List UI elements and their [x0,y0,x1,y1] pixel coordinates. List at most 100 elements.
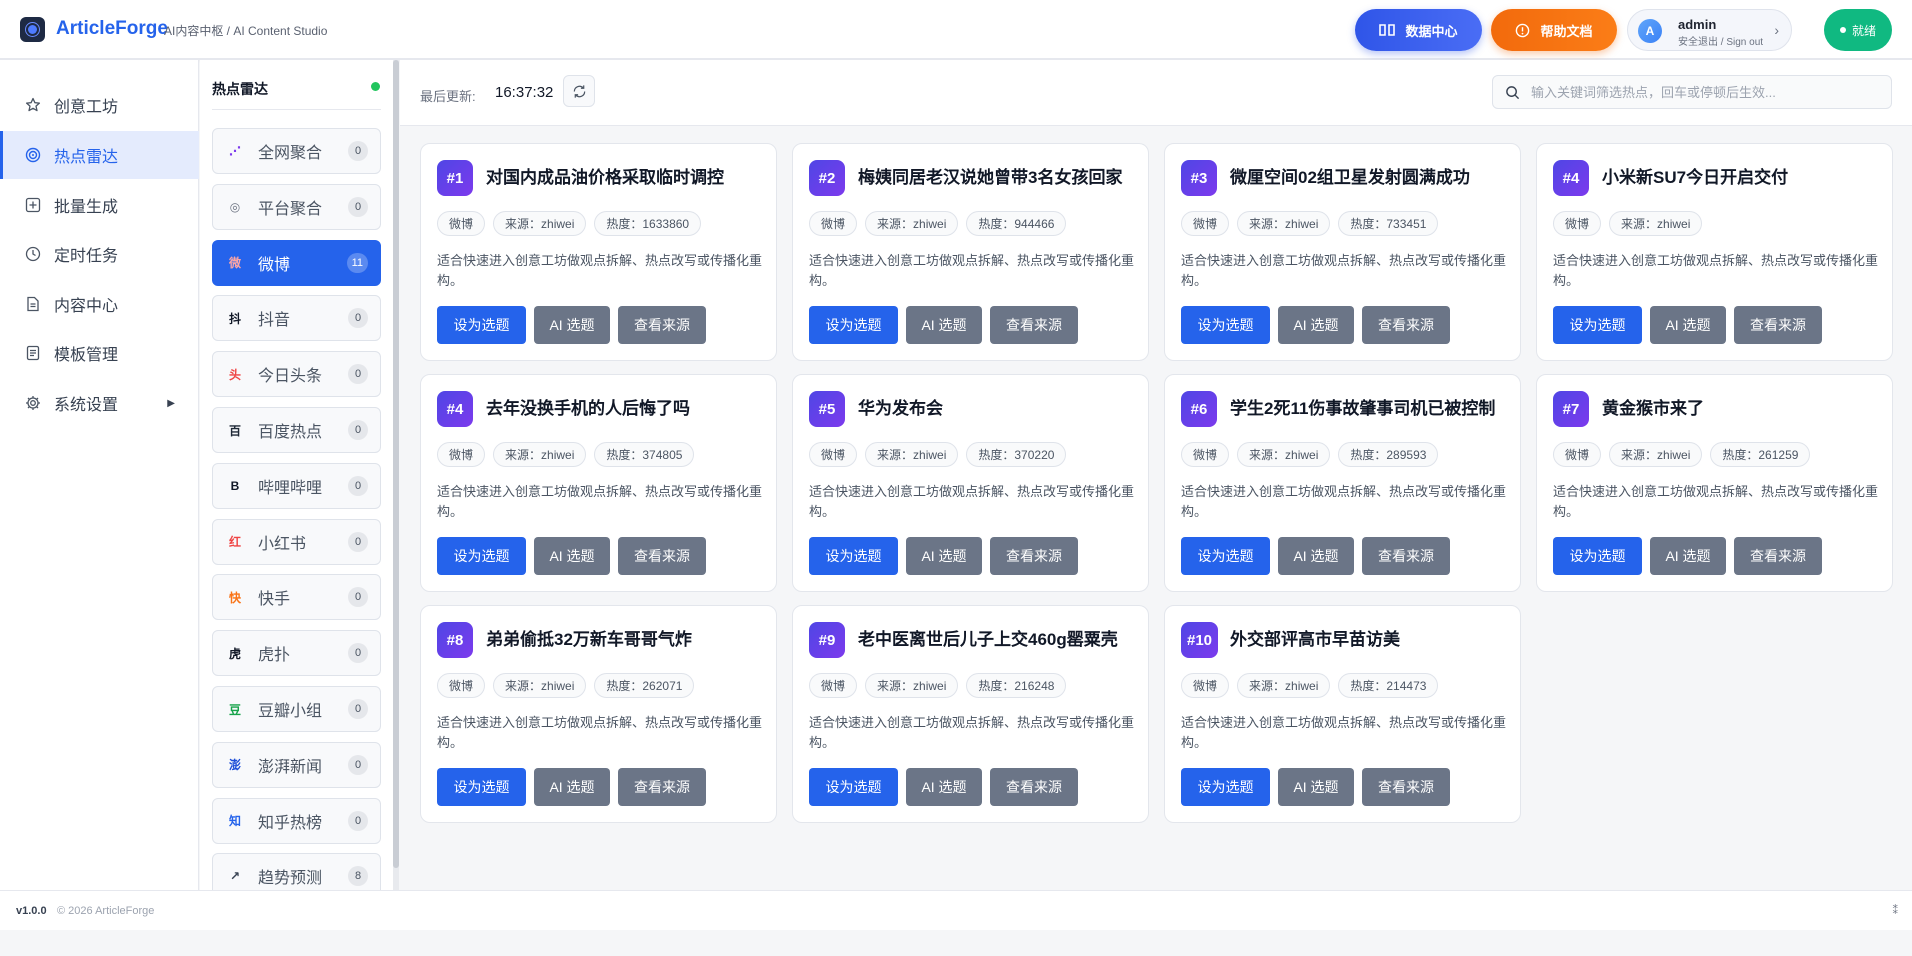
set-topic-button[interactable]: 设为选题 [437,537,526,575]
source-item[interactable]: 百 百度热点 0 [212,407,381,453]
refresh-button[interactable] [563,75,595,107]
sidebar-item-hot-radar[interactable]: 热点雷达 [0,131,199,179]
hot-radar-panel: 热点雷达 ⋰ 全网聚合 0 ◎ 平台聚合 0 微 微博 11 抖 抖音 0 头 今日头条 0 百 百度热点 0 B 哔… [200,60,393,890]
source-item[interactable]: B 哔哩哔哩 0 [212,462,381,509]
source-icon: ◎ [229,199,241,214]
source-count-badge: 0 [348,475,368,496]
search-icon [1506,86,1520,100]
source-item[interactable]: 头 今日头条 0 [212,351,381,398]
source-count-badge: 0 [348,420,368,440]
ai-topic-button[interactable]: AI 选题 [1650,537,1726,575]
view-source-button[interactable]: 查看来源 [1734,537,1822,575]
topic-description: 适合快速进入创意工坊做观点拆解、热点改写或传播化重构。 [809,253,1135,288]
ai-topic-button[interactable]: AI 选题 [906,768,982,806]
source-item[interactable]: 澎 澎湃新闻 0 [212,741,381,788]
view-source-button[interactable]: 查看来源 [1362,768,1450,806]
sidebar-item-creative-workshop[interactable]: 创意工坊 [0,81,199,129]
scrollbar-thumb[interactable] [393,60,399,868]
tag-row: 微博 来源：zhiwei 热度：261259 [1553,442,1811,467]
source-item[interactable]: ◎ 平台聚合 0 [212,183,381,230]
rank-badge: #3 [1181,160,1217,196]
ai-topic-button[interactable]: AI 选题 [534,537,610,575]
main-content: 最后更新: 16:37:32 #1对国内成品油价格采取临时调控微博来源：zhiw… [400,60,1912,890]
source-count-badge: 11 [346,252,368,273]
source-count-badge: 0 [348,754,368,775]
source-item[interactable]: ⋰ 全网聚合 0 [212,128,381,174]
source-icon: 微 [228,256,241,271]
view-source-button[interactable]: 查看来源 [618,306,706,344]
source-count-badge: 0 [348,364,368,385]
view-source-button[interactable]: 查看来源 [618,768,706,806]
user-menu[interactable]: A admin 安全退出 / Sign out › [1627,9,1792,51]
source-item[interactable]: 知 知乎热榜 0 [212,797,381,844]
view-source-button[interactable]: 查看来源 [618,537,706,575]
topic-description: 适合快速进入创意工坊做观点拆解、热点改写或传播化重构。 [437,715,763,750]
set-topic-button[interactable]: 设为选题 [1181,306,1270,344]
source-tag: 来源：zhiwei [1609,442,1703,467]
ai-topic-button[interactable]: AI 选题 [906,306,982,344]
source-label: 趋势预测 [258,870,323,888]
ai-topic-button[interactable]: AI 选题 [534,768,610,806]
set-topic-button[interactable]: 设为选题 [809,537,898,575]
ai-topic-button[interactable]: AI 选题 [534,306,610,344]
topic-title: 华为发布会 [858,399,943,418]
view-source-button[interactable]: 查看来源 [1734,306,1822,344]
sidebar-item-batch-generate[interactable]: 批量生成 [0,181,199,229]
ai-topic-button[interactable]: AI 选题 [1278,768,1354,806]
help-docs-button[interactable]: 帮助文档 [1491,9,1617,51]
source-item[interactable]: ↗ 趋势预测 8 [212,853,381,890]
rank-badge: #10 [1181,622,1219,658]
search-input[interactable] [1531,76,1881,108]
source-icon: 知 [228,814,241,829]
topic-description: 适合快速进入创意工坊做观点拆解、热点改写或传播化重构。 [809,484,1135,519]
sidebar-item-system-settings[interactable]: 系统设置 ▶ [0,379,199,427]
sidebar-item-template-management[interactable]: 模板管理 [0,329,199,377]
source-count-badge: 0 [348,531,368,552]
ai-topic-button[interactable]: AI 选题 [906,537,982,575]
view-source-button[interactable]: 查看来源 [990,537,1078,575]
toolbar: 最后更新: 16:37:32 [400,60,1912,126]
rank-badge: #6 [1181,391,1217,427]
view-source-button[interactable]: 查看来源 [990,306,1078,344]
source-item[interactable]: 微 微博 11 [212,239,381,286]
platform-tag: 微博 [1553,442,1602,467]
sidebar-item-label: 内容中心 [54,298,119,315]
topic-description: 适合快速进入创意工坊做观点拆解、热点改写或传播化重构。 [1553,253,1879,288]
set-topic-button[interactable]: 设为选题 [437,306,526,344]
last-update-label: 最后更新: [420,89,476,104]
view-source-button[interactable]: 查看来源 [990,768,1078,806]
sidebar-item-content-center[interactable]: 内容中心 [0,280,199,328]
heat-tag: 热度：289593 [1338,442,1439,467]
view-source-button[interactable]: 查看来源 [1362,537,1450,575]
sidebar-item-scheduled-tasks[interactable]: 定时任务 [0,230,199,278]
ai-topic-button[interactable]: AI 选题 [1278,306,1354,344]
radar-scrollbar[interactable] [393,60,399,890]
platform-tag: 微博 [437,673,486,698]
hot-topic-card: #1 对国内成品油价格采取临时调控 微博 来源：zhiwei 热度：1633860 适合快… [420,143,777,361]
book-open-icon [1379,24,1396,36]
topic-title: 梅姨同居老汉说她曾带3名女孩回家 [858,168,1123,187]
source-item[interactable]: 快 快手 0 [212,574,381,621]
set-topic-button[interactable]: 设为选题 [1181,768,1270,806]
divider [212,109,381,110]
source-item[interactable]: 抖 抖音 0 [212,295,381,342]
source-item[interactable]: 红 小红书 0 [212,518,381,565]
source-item[interactable]: 豆 豆瓣小组 0 [212,686,381,732]
source-icon: ↗ [229,869,241,884]
set-topic-button[interactable]: 设为选题 [809,768,898,806]
hot-topic-card: #3 微厘空间02组卫星发射圆满成功 微博 来源：zhiwei 热度：733451 适合快… [1164,143,1521,361]
sign-out-link[interactable]: 安全退出 / Sign out [1678,33,1763,48]
source-item[interactable]: 虎 虎扑 0 [212,630,381,677]
ai-topic-button[interactable]: AI 选题 [1278,537,1354,575]
ai-topic-button[interactable]: AI 选题 [1650,306,1726,344]
data-center-button[interactable]: 数据中心 [1355,9,1482,51]
source-icon: 快 [228,590,241,605]
set-topic-button[interactable]: 设为选题 [1181,537,1270,575]
view-source-button[interactable]: 查看来源 [1362,306,1450,344]
set-topic-button[interactable]: 设为选题 [1553,306,1642,344]
set-topic-button[interactable]: 设为选题 [1553,537,1642,575]
set-topic-button[interactable]: 设为选题 [809,306,898,344]
card-actions: 设为选题 AI 选题 查看来源 [1553,306,1822,344]
set-topic-button[interactable]: 设为选题 [437,768,526,806]
sidebar-item-label: 热点雷达 [54,149,119,166]
